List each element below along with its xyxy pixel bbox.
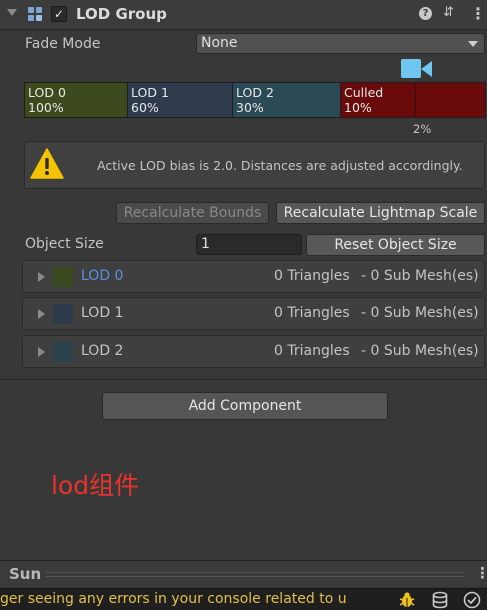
submesh-count: - 0 Sub Mesh(es) — [361, 343, 479, 359]
chevron-right-icon[interactable] — [38, 347, 45, 357]
warning-icon — [30, 148, 64, 179]
recalculate-lightmap-scale-button[interactable]: Recalculate Lightmap Scale — [276, 202, 485, 224]
lod-segment-percent: 100% — [28, 100, 64, 115]
reset-object-size-button[interactable]: Reset Object Size — [306, 234, 485, 256]
section-divider — [0, 379, 487, 380]
sun-panel-title: Sun — [9, 565, 42, 583]
lod-row-0[interactable]: LOD 0 0 Triangles - 0 Sub Mesh(es) — [22, 260, 485, 293]
foldout-arrow-icon[interactable] — [7, 9, 17, 16]
submesh-count: - 0 Sub Mesh(es) — [361, 268, 479, 284]
triangle-count: 0 Triangles — [274, 268, 350, 284]
preset-icon[interactable]: ⇵ — [443, 5, 457, 21]
database-icon[interactable] — [431, 591, 449, 609]
lod-row-label: LOD 0 — [81, 268, 124, 284]
lod-row-label: LOD 1 — [81, 305, 124, 321]
submesh-count: - 0 Sub Mesh(es) — [361, 305, 479, 321]
camera-position-marker[interactable] — [415, 83, 416, 117]
lod-row-1[interactable]: LOD 1 0 Triangles - 0 Sub Mesh(es) — [22, 297, 485, 330]
lod-color-swatch — [53, 304, 73, 324]
component-title: LOD Group — [76, 5, 167, 23]
lod-color-swatch — [53, 342, 73, 362]
object-size-input[interactable]: 1 — [196, 234, 302, 255]
drag-handle[interactable] — [46, 572, 464, 577]
camera-marker-percent: 2% — [413, 122, 432, 136]
lod-segment-name: LOD 2 — [236, 85, 274, 100]
lod-level-bar[interactable]: LOD 0 100% LOD 1 60% LOD 2 30% Culled 10… — [24, 82, 486, 118]
lod-bias-warning: Active LOD bias is 2.0. Distances are ad… — [24, 141, 485, 189]
checkmark-circle-icon[interactable] — [463, 591, 481, 609]
fade-mode-label: Fade Mode — [25, 36, 101, 52]
lod-group-icon — [28, 7, 43, 22]
annotation-text: lod组件 — [51, 471, 140, 500]
lod-color-swatch — [53, 267, 73, 287]
lod-segment-name: LOD 1 — [131, 85, 169, 100]
lod-segment-1[interactable]: LOD 1 60% — [128, 83, 233, 117]
triangle-count: 0 Triangles — [274, 305, 350, 321]
chevron-down-icon — [468, 41, 478, 47]
recalculate-bounds-button[interactable]: Recalculate Bounds — [116, 202, 269, 224]
add-component-button[interactable]: Add Component — [102, 392, 388, 420]
warning-message: Active LOD bias is 2.0. Distances are ad… — [97, 158, 463, 173]
status-bar[interactable]: ger seeing any errors in your console re… — [0, 588, 487, 610]
lod-segment-2[interactable]: LOD 2 30% — [233, 83, 341, 117]
chevron-right-icon[interactable] — [38, 309, 45, 319]
fade-mode-value: None — [201, 35, 238, 51]
sun-panel-header[interactable]: Sun ⋮ — [0, 560, 487, 586]
lod-row-2[interactable]: LOD 2 0 Triangles - 0 Sub Mesh(es) — [22, 335, 485, 368]
lod-segment-percent: 30% — [236, 100, 264, 115]
object-size-label: Object Size — [25, 236, 104, 252]
triangle-count: 0 Triangles — [274, 343, 350, 359]
lod-segment-name: LOD 0 — [28, 85, 66, 100]
camera-icon[interactable] — [401, 59, 432, 78]
panel-menu-icon[interactable]: ⋮ — [475, 564, 487, 582]
lod-row-label: LOD 2 — [81, 343, 124, 359]
lod-segment-percent: 60% — [131, 100, 159, 115]
chevron-right-icon[interactable] — [38, 272, 45, 282]
help-icon[interactable]: ? — [419, 7, 432, 20]
component-header[interactable]: ✓ LOD Group ? ⇵ ⋮ — [0, 0, 487, 30]
enabled-checkbox[interactable]: ✓ — [51, 6, 67, 22]
bug-icon[interactable] — [398, 591, 416, 608]
status-message[interactable]: ger seeing any errors in your console re… — [0, 591, 360, 607]
lod-segment-0[interactable]: LOD 0 100% — [25, 83, 128, 117]
lod-segment-culled[interactable]: Culled 10% — [341, 83, 485, 117]
fade-mode-dropdown[interactable]: None — [196, 33, 485, 54]
context-menu-icon[interactable]: ⋮ — [470, 4, 486, 24]
